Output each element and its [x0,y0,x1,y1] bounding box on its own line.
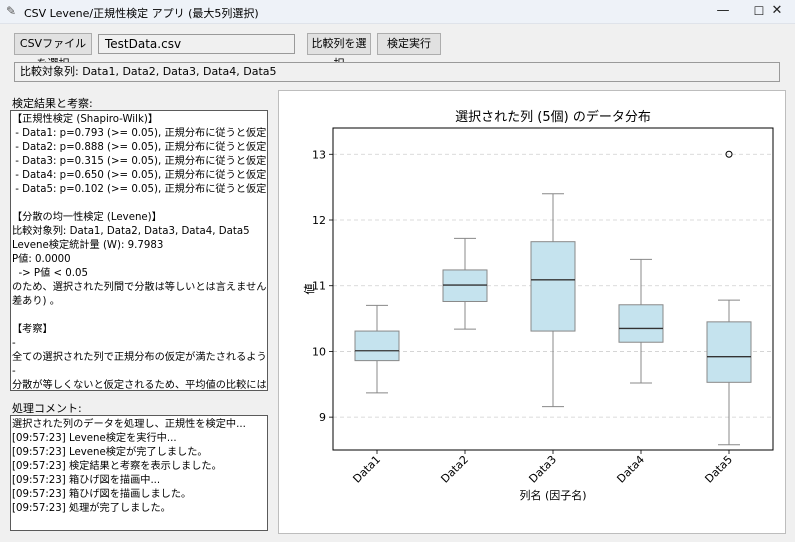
result-line: 【考察】 [12,324,53,335]
box-Data3 [530,241,576,332]
x-tick-label: Data1 [350,453,383,486]
log-line: [09:57:23] 箱ひげ図を描画中... [12,475,161,486]
title-bar: ✎ CSV Levene/正規性検定 アプリ (最大5列選択) — ☐ ✕ [0,0,795,24]
results-textbox[interactable]: 【正規性検定 (Shapiro-Wilk)】 - Data1: p=0.793 … [10,110,268,391]
x-tick-label: Data5 [702,453,735,486]
y-axis-label: 値 [303,284,316,295]
x-axis-label: 列名 (因子名) [519,488,586,502]
result-line: -> P値 < 0.05 [12,268,88,279]
y-tick-label: 12 [312,214,326,227]
result-line: - Data3: p=0.315 (>= 0.05), 正規分布に従うと仮定 [12,156,267,167]
result-line [11,197,267,211]
log-line: [09:57:23] 箱ひげ図を描画しました。 [12,489,192,500]
y-tick-label: 10 [312,345,326,358]
close-button[interactable]: ✕ [759,0,795,24]
log-line: [09:57:23] Levene検定を実行中... [12,433,177,444]
result-line: 差あり) 。 [12,296,60,307]
log-line: [09:57:23] 検定結果と考察を表示しました。 [12,461,222,472]
minimize-button[interactable]: — [705,0,741,24]
log-line: [09:57:23] Levene検定が完了しました。 [12,447,208,458]
box-Data2 [442,269,488,302]
select-columns-button[interactable]: 比較列を選択 [307,33,371,70]
result-line: - Data2: p=0.888 (>= 0.05), 正規分布に従うと仮定 [12,142,267,153]
result-line: - Data5: p=0.102 (>= 0.05), 正規分布に従うと仮定 [12,184,267,195]
y-tick-label: 13 [312,148,326,161]
result-line: 分散が等しくないと仮定されるため、平均値の比較にはWelch [12,380,267,391]
result-line: - [12,338,16,349]
results-heading: 検定結果と考察: [12,97,93,110]
window-title: CSV Levene/正規性検定 アプリ (最大5列選択) [24,7,259,20]
feather-icon: ✎ [6,4,17,18]
result-line: - [12,366,16,377]
y-tick-label: 9 [319,411,326,424]
box-Data5 [706,321,752,383]
result-line: - Data4: p=0.650 (>= 0.05), 正規分布に従うと仮定 [12,170,267,181]
log-textbox[interactable]: 選択された列のデータを処理し、正規性を検定中... [09:57:23] Leve… [10,415,268,531]
result-line: Levene検定統計量 (W): 9.7983 [12,240,164,251]
chart-panel: 選択された列 (5個) のデータ分布 9 10 11 12 13 Data1 Data2 Dat… [278,90,786,534]
result-line: 全ての選択された列で正規分布の仮定が満たされるようです。 [12,352,268,363]
result-line: 【正規性検定 (Shapiro-Wilk)】 [12,114,159,125]
chart-title: 選択された列 (5個) のデータ分布 [455,109,651,125]
log-heading: 処理コメント: [12,402,82,415]
log-line: 選択された列のデータを処理し、正規性を検定中... [12,419,246,430]
selected-columns-field: 比較対象列: Data1, Data2, Data3, Data4, Data5 [14,62,780,82]
result-line [11,309,267,323]
result-line: 比較対象列: Data1, Data2, Data3, Data4, Data5 [12,226,250,237]
result-line: 【分散の均一性検定 (Levene)】 [12,212,162,223]
select-csv-button[interactable]: CSVファイルを選択 [14,33,92,70]
box-Data4 [618,304,664,343]
x-tick-label: Data4 [614,453,647,486]
result-line: - Data1: p=0.793 (>= 0.05), 正規分布に従うと仮定 [12,128,267,139]
run-test-button[interactable]: 検定実行 [377,33,441,55]
boxplot-chart: 選択された列 (5個) のデータ分布910111213Data1 Data2 Dat… [303,109,774,502]
x-tick-label: Data2 [438,453,471,486]
result-line: のため、選択された列間で分散は等しいとは言えません (有意 [12,282,268,293]
box-Data1 [354,330,400,362]
log-line: [09:57:23] 処理が完了しました。 [12,503,171,514]
x-tick-label: Data3 [526,453,559,486]
result-line: P値: 0.0000 [12,254,71,265]
file-name-field[interactable]: TestData.csv [98,34,295,54]
